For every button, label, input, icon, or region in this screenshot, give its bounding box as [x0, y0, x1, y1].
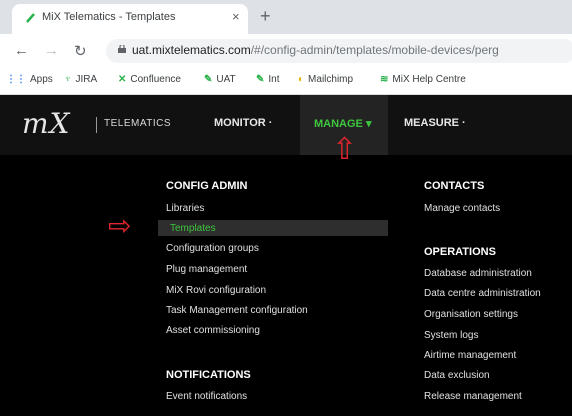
forward-arrow-icon[interactable]: → — [44, 42, 59, 59]
bookmark-label: Mailchimp — [308, 74, 354, 85]
menu-item-data-exclusion[interactable]: Data exclusion — [424, 370, 490, 381]
bookmark-jira[interactable]: ♆ JIRA — [64, 74, 97, 85]
mega-menu: CONFIG ADMIN Libraries Templates ⇨ Confi… — [0, 95, 572, 416]
menu-item-release-management[interactable]: Release management — [424, 391, 522, 402]
menu-item-data-centre-administration[interactable]: Data centre administration — [424, 288, 541, 299]
leaf-icon: ✎ — [256, 74, 265, 85]
bookmark-apps[interactable]: ⋮⋮ Apps — [6, 74, 53, 85]
menu-item-task-management-configuration[interactable]: Task Management configuration — [166, 305, 308, 316]
config-admin-heading: CONFIG ADMIN — [166, 180, 248, 192]
browser-tab[interactable]: MiX Telematics - Templates × — [12, 4, 248, 34]
url-path: /#/config-admin/templates/mobile-devices… — [250, 43, 499, 57]
new-tab-button[interactable]: + — [260, 6, 271, 27]
url-text: uat.mixtelematics.com/#/config-admin/tem… — [132, 43, 499, 57]
bookmark-int[interactable]: ✎ Int — [256, 74, 280, 85]
menu-item-configuration-groups[interactable]: Configuration groups — [166, 243, 259, 254]
bookmarks-bar: ⋮⋮ Apps ♆ JIRA ✕ Confluence ✎ UAT ✎ Int ◐ Mail… — [0, 68, 572, 95]
bookmark-label: JIRA — [75, 74, 98, 85]
address-bar[interactable]: uat.mixtelematics.com/#/config-admin/tem… — [106, 39, 572, 63]
operations-heading: OPERATIONS — [424, 246, 496, 258]
bookmark-label: Confluence — [130, 74, 181, 85]
notifications-heading: NOTIFICATIONS — [166, 369, 251, 381]
bookmark-confluence[interactable]: ✕ Confluence — [118, 74, 181, 85]
menu-item-organisation-settings[interactable]: Organisation settings — [424, 309, 518, 320]
bookmark-mailchimp[interactable]: ◐ Mailchimp — [298, 74, 353, 85]
reload-icon[interactable]: ↻ — [74, 42, 87, 60]
menu-item-database-administration[interactable]: Database administration — [424, 268, 532, 279]
menu-item-mix-rovi-configuration[interactable]: MiX Rovi configuration — [166, 285, 266, 296]
right-arrow-annotation-icon: ⇨ — [108, 210, 132, 241]
menu-item-libraries[interactable]: Libraries — [166, 203, 204, 214]
browser-toolbar: ← → ↻ uat.mixtelematics.com/#/config-adm… — [0, 34, 572, 68]
menu-item-manage-contacts[interactable]: Manage contacts — [424, 203, 500, 214]
menu-item-templates[interactable]: Templates — [170, 223, 216, 234]
close-icon[interactable]: × — [232, 9, 240, 24]
menu-item-event-notifications[interactable]: Event notifications — [166, 391, 247, 402]
apps-grid-icon: ⋮⋮ — [6, 74, 26, 85]
contacts-heading: CONTACTS — [424, 180, 485, 192]
jira-icon: ♆ — [64, 74, 72, 85]
bookmark-label: Int — [268, 74, 280, 85]
bookmark-label: MiX Help Centre — [392, 74, 466, 85]
leaf-icon — [26, 13, 35, 23]
bookmark-label: UAT — [216, 74, 236, 85]
bookmark-uat[interactable]: ✎ UAT — [204, 74, 236, 85]
back-arrow-icon[interactable]: ← — [14, 42, 29, 59]
menu-item-plug-management[interactable]: Plug management — [166, 264, 247, 275]
bookmark-mix-help-centre[interactable]: ≋ MiX Help Centre — [380, 74, 466, 85]
menu-item-airtime-management[interactable]: Airtime management — [424, 350, 516, 361]
confluence-icon: ✕ — [118, 74, 127, 85]
bookmark-label: Apps — [30, 74, 53, 85]
mailchimp-icon: ◐ — [298, 74, 305, 85]
leaf-icon: ✎ — [204, 74, 213, 85]
browser-tab-strip: MiX Telematics - Templates × + — [0, 0, 572, 34]
tab-title: MiX Telematics - Templates — [42, 11, 176, 23]
mix-help-icon: ≋ — [380, 74, 389, 85]
menu-item-asset-commissioning[interactable]: Asset commissioning — [166, 325, 260, 336]
url-host: uat.mixtelematics.com — [132, 43, 251, 57]
menu-item-system-logs[interactable]: System logs — [424, 330, 478, 341]
lock-icon — [118, 45, 126, 53]
